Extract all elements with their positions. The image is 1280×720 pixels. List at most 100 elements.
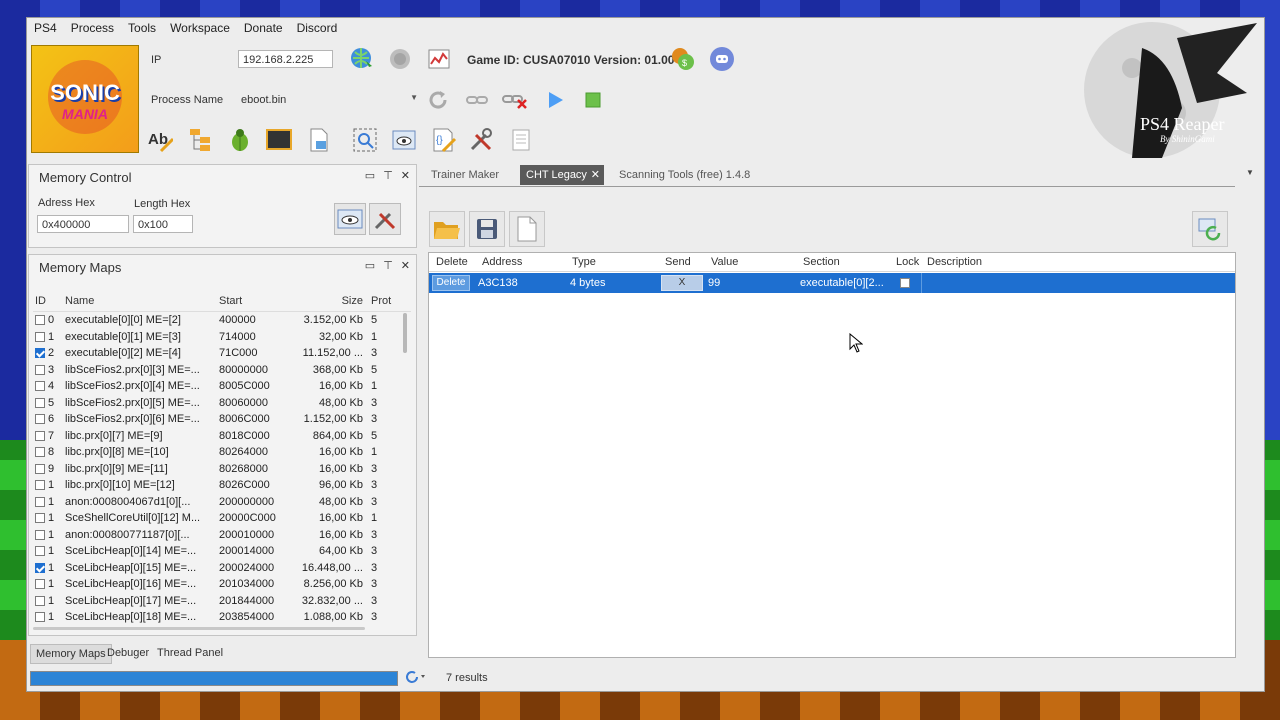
row-section[interactable]: executable[0][2... [800,273,884,293]
row-checkbox[interactable] [35,612,45,623]
table-row[interactable]: 6 libSceFios2.prx[0][6] ME=... 8006C000 1.1… [33,411,411,428]
table-row[interactable]: 9 libc.prx[0][9] ME=[11] 80268000 16,00 Kb 3 [33,461,411,478]
row-type[interactable]: 4 bytes [570,273,605,293]
row-checkbox[interactable] [35,414,45,425]
col-section[interactable]: Section [803,253,840,271]
memory-view-button[interactable] [334,203,366,235]
hex-list-icon[interactable] [508,127,534,153]
memory-tools-button[interactable] [369,203,401,235]
tab-thread-panel[interactable]: Thread Panel [152,644,228,662]
tab-cht-legacy[interactable]: CHT Legacy ✕ [520,165,604,185]
ip-input[interactable]: 192.168.2.225 [238,50,333,68]
process-select[interactable]: eboot.bin ▼ [238,90,418,108]
table-row[interactable]: 1 SceLibcHeap[0][18] ME=... 203854000 1.088… [33,609,411,626]
close-icon[interactable]: ✕ [401,169,410,182]
col-address[interactable]: Address [482,253,522,271]
col-description[interactable]: Description [927,253,982,271]
table-row[interactable]: 1 SceLibcHeap[0][17] ME=... 201844000 32.83… [33,593,411,610]
pin-icon[interactable]: ⊤ [383,169,393,182]
table-row[interactable]: 1 SceLibcHeap[0][15] ME=... 200024000 16.44… [33,560,411,577]
row-checkbox[interactable] [35,447,45,458]
row-checkbox[interactable] [35,595,45,606]
memory-view-icon[interactable] [391,127,417,153]
table-row[interactable]: 5 libSceFios2.prx[0][5] ME=... 80060000 48,… [33,395,411,412]
open-folder-button[interactable] [429,211,465,247]
table-row[interactable]: 1 executable[0][1] ME=[3] 714000 32,00 Kb 1 [33,329,411,346]
vertical-scrollbar[interactable] [403,313,407,353]
table-row[interactable]: 7 libc.prx[0][7] ME=[9] 8018C000 864,00 Kb 5 [33,428,411,445]
menu-discord[interactable]: Discord [290,18,345,38]
table-row[interactable]: 1 SceLibcHeap[0][14] ME=... 200014000 64,00… [33,543,411,560]
menu-process[interactable]: Process [64,18,121,38]
debug-bug-icon[interactable] [227,127,253,153]
tab-overflow-icon[interactable]: ▼ [1246,168,1254,177]
row-checkbox[interactable] [35,513,45,524]
row-checkbox[interactable] [35,430,45,441]
menu-workspace[interactable]: Workspace [163,18,237,38]
row-checkbox[interactable] [35,331,45,342]
horizontal-scrollbar[interactable] [33,627,365,630]
row-checkbox[interactable] [35,364,45,375]
row-checkbox[interactable] [35,579,45,590]
menu-ps4[interactable]: PS4 [27,18,64,38]
row-checkbox[interactable] [35,529,45,540]
col-id[interactable]: ID [33,295,63,307]
menu-tools[interactable]: Tools [121,18,163,38]
col-size[interactable]: Size [287,295,367,307]
stop-icon[interactable] [580,87,606,113]
row-checkbox[interactable] [35,546,45,557]
coins-icon[interactable]: $ [670,46,696,72]
close-icon[interactable]: ✕ [401,259,410,272]
play-icon[interactable] [542,87,568,113]
scan-search-icon[interactable] [352,127,378,153]
table-row[interactable]: 4 libSceFios2.prx[0][4] ME=... 8005C000 16,… [33,378,411,395]
connect-globe-icon[interactable] [349,46,375,72]
row-checkbox[interactable] [35,315,45,326]
text-edit-icon[interactable]: Ab [147,127,173,153]
save-button[interactable] [469,211,505,247]
new-file-button[interactable] [509,211,545,247]
row-checkbox[interactable] [35,381,45,392]
tab-scanning-tools[interactable]: Scanning Tools (free) 1.4.8 [613,165,756,185]
disconnect-globe-icon[interactable] [387,46,413,72]
tab-debuger[interactable]: Debuger [102,644,154,662]
address-input[interactable]: 0x400000 [37,215,129,233]
delete-row-button[interactable]: Delete [432,275,470,291]
table-row[interactable]: 1 anon:0008004067d1[0][... 200000000 48,00 … [33,494,411,511]
col-value[interactable]: Value [711,253,738,271]
refresh-icon[interactable] [425,87,451,113]
col-send[interactable]: Send [665,253,691,271]
pin-icon[interactable]: ⊤ [383,259,393,272]
attach-link-icon[interactable] [464,87,490,113]
col-name[interactable]: Name [63,295,217,307]
table-row[interactable]: 2 executable[0][2] ME=[4] 71C000 11.152,00 … [33,345,411,362]
col-delete[interactable]: Delete [436,253,468,271]
row-checkbox[interactable] [35,496,45,507]
table-row[interactable]: 8 libc.prx[0][8] ME=[10] 80264000 16,00 Kb 1 [33,444,411,461]
document-export-icon[interactable] [306,127,332,153]
lock-checkbox[interactable] [900,278,910,288]
tab-memory-maps[interactable]: Memory Maps [30,644,112,664]
menu-donate[interactable]: Donate [237,18,290,38]
tab-close-icon[interactable]: ✕ [591,165,600,185]
table-row[interactable]: 1 SceShellCoreUtil[0][12] M... 20000C000 16… [33,510,411,527]
table-row[interactable]: 1 SceLibcHeap[0][16] ME=... 201034000 8.256… [33,576,411,593]
col-type[interactable]: Type [572,253,596,271]
status-refresh-icon[interactable] [404,669,426,688]
table-row[interactable]: 0 executable[0][0] ME=[2] 400000 3.152,00 K… [33,312,411,329]
console-icon[interactable] [266,127,292,153]
tools-wrench-icon[interactable] [468,127,494,153]
table-row[interactable]: 1 anon:000800771187[0][... 200010000 16,00 … [33,527,411,544]
row-address[interactable]: A3C138 [478,273,518,293]
table-row[interactable]: 3 libSceFios2.prx[0][3] ME=... 80000000 368… [33,362,411,379]
row-value[interactable]: 99 [708,273,720,293]
refresh-list-button[interactable] [1192,211,1228,247]
row-checkbox[interactable] [35,397,45,408]
script-edit-icon[interactable]: {} [431,127,457,153]
minimize-icon[interactable]: ▭ [365,169,375,182]
table-row[interactable]: 1 libc.prx[0][10] ME=[12] 8026C000 96,00 Kb… [33,477,411,494]
minimize-icon[interactable]: ▭ [365,259,375,272]
chart-icon[interactable] [426,46,452,72]
discord-icon[interactable] [709,46,735,72]
detach-link-icon[interactable] [502,87,528,113]
